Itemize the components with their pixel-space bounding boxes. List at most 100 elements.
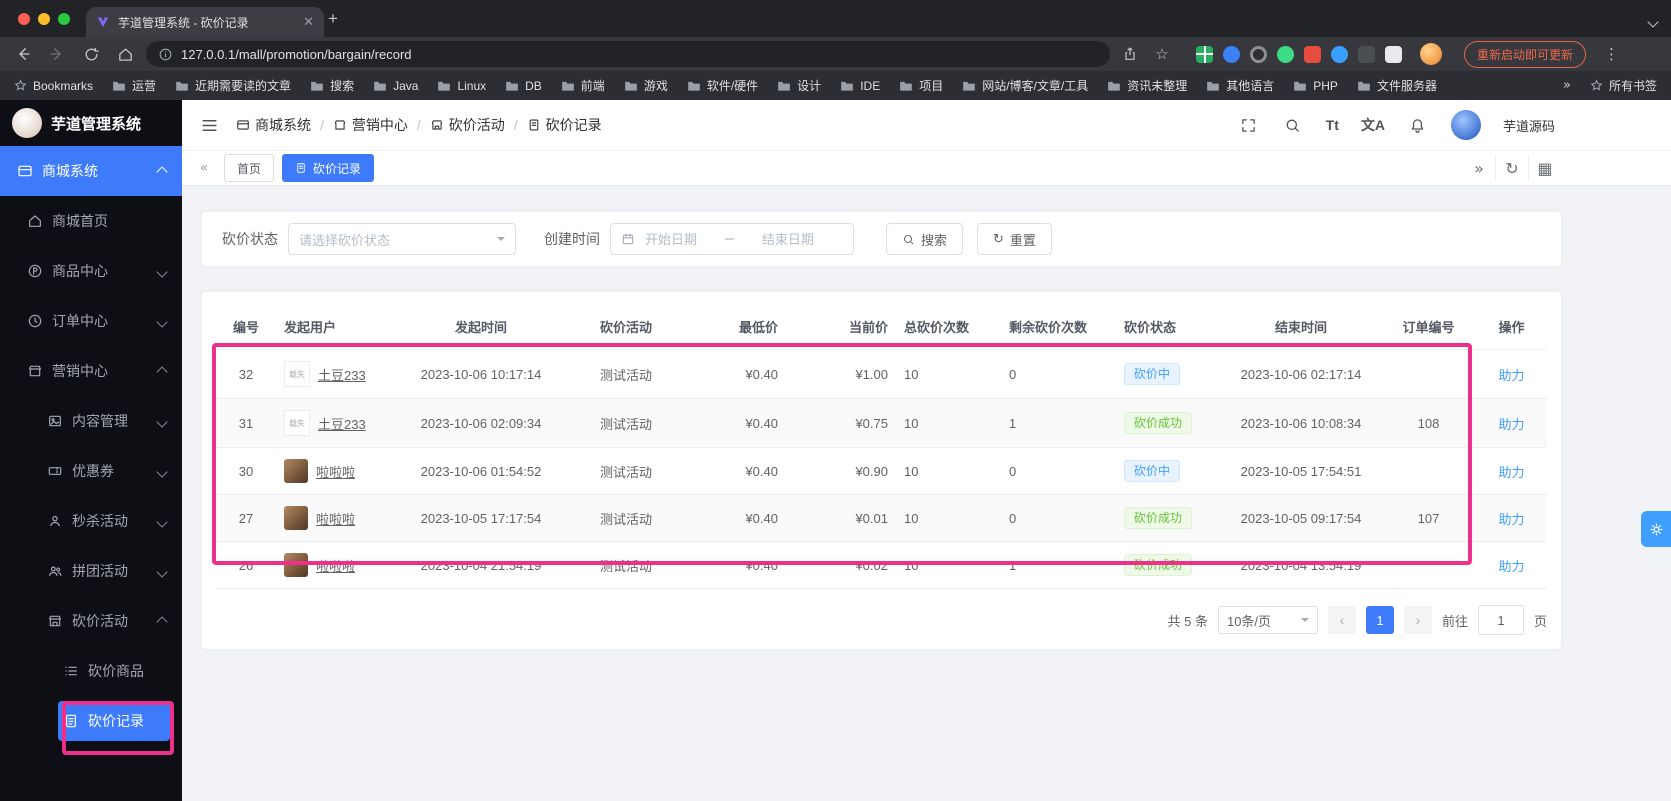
breadcrumb-item[interactable]: 砍价活动	[430, 115, 505, 135]
bookmark-folder[interactable]: 运营	[112, 77, 156, 94]
extensions-puzzle-icon[interactable]	[1358, 45, 1375, 63]
forward-button[interactable]	[44, 41, 70, 67]
start-date-input[interactable]	[643, 230, 717, 248]
sidebar-item-mall-system[interactable]: 商城系统	[0, 146, 182, 196]
close-tab-icon[interactable]: ✕	[303, 14, 314, 30]
extension-red-icon[interactable]	[1304, 45, 1321, 63]
extension-grid-icon[interactable]	[1196, 45, 1213, 63]
assist-link[interactable]: 助力	[1498, 368, 1524, 383]
bookmark-folder[interactable]: IDE	[840, 79, 880, 93]
theme-settings-button[interactable]	[1641, 511, 1671, 547]
tags-scroll-right-icon[interactable]: »	[1463, 155, 1495, 181]
next-page-button[interactable]: ›	[1403, 606, 1432, 634]
collapse-menu-icon[interactable]	[198, 114, 220, 136]
bookmark-folder[interactable]: 软件/硬件	[687, 77, 758, 94]
bookmark-folder[interactable]: 文件服务器	[1357, 77, 1437, 94]
sidebar-item-bargain-activity[interactable]: 砍价活动	[0, 596, 182, 646]
bookmark-folder[interactable]: 资讯未整理	[1107, 77, 1187, 94]
tag-tab-home[interactable]: 首页	[224, 154, 275, 182]
address-bar[interactable]: 127.0.0.1/mall/promotion/bargain/record	[146, 41, 1110, 67]
tags-scroll-left-icon[interactable]: «	[192, 160, 216, 176]
bookmarks-root[interactable]: Bookmarks	[14, 79, 93, 93]
back-button[interactable]	[10, 41, 36, 67]
app-logo[interactable]: 芋道管理系统	[0, 100, 182, 146]
browser-profile-avatar[interactable]	[1420, 43, 1442, 65]
bookmark-star-icon[interactable]: ☆	[1150, 42, 1174, 66]
sidebar-item-content-management[interactable]: 内容管理	[0, 396, 182, 446]
sidebar-item-coupons[interactable]: 优惠券	[0, 446, 182, 496]
extension-panel-icon[interactable]	[1385, 45, 1402, 63]
page-content: 砍价状态 请选择砍价状态 创建时间 – 搜索	[182, 186, 1671, 801]
assist-link[interactable]: 助力	[1498, 512, 1524, 527]
all-bookmarks[interactable]: 所有书签	[1590, 77, 1657, 94]
share-icon[interactable]	[1118, 42, 1142, 66]
fullscreen-icon[interactable]	[1238, 114, 1260, 136]
assist-link[interactable]: 助力	[1498, 559, 1524, 574]
page-goto-input[interactable]	[1477, 605, 1524, 635]
breadcrumb-item[interactable]: 营销中心	[333, 115, 408, 135]
refresh-page-icon[interactable]: ↻	[1495, 155, 1528, 181]
sidebar-item-order-center[interactable]: 订单中心	[0, 296, 182, 346]
user-name[interactable]: 芋道源码	[1503, 116, 1555, 135]
close-window-button[interactable]	[18, 13, 30, 25]
notification-bell-icon[interactable]	[1407, 114, 1429, 136]
bookmark-folder[interactable]: 设计	[777, 77, 821, 94]
sidebar-item-bargain-record[interactable]: 砍价记录	[0, 696, 182, 746]
bookmark-folder[interactable]: 网站/博客/文章/工具	[962, 77, 1088, 94]
extension-green-icon[interactable]	[1277, 45, 1294, 63]
assist-link[interactable]: 助力	[1498, 465, 1524, 480]
maximize-window-button[interactable]	[58, 13, 70, 25]
reload-button[interactable]	[78, 41, 104, 67]
sidebar-item-mall-home[interactable]: 商城首页	[0, 196, 182, 246]
sidebar-item-flash-sale[interactable]: 秒杀活动	[0, 496, 182, 546]
user-avatar[interactable]	[1450, 110, 1481, 140]
bookmark-folder[interactable]: Linux	[437, 79, 486, 93]
search-icon[interactable]	[1282, 114, 1304, 136]
reset-button[interactable]: ↻ 重置	[977, 223, 1052, 255]
cell-end-time: 2023-10-05 17:54:51	[1221, 447, 1381, 495]
sidebar: 芋道管理系统 商城系统 商城首页 商品中心 订单中心 营销中心 内容管理 优惠券…	[0, 100, 182, 801]
bookmark-folder[interactable]: 搜索	[310, 77, 354, 94]
bookmark-folder[interactable]: DB	[505, 79, 542, 93]
assist-link[interactable]: 助力	[1498, 417, 1524, 432]
translate-icon[interactable]: 文A	[1361, 115, 1385, 135]
layout-grid-icon[interactable]: ▦	[1528, 155, 1561, 181]
bookmark-folder[interactable]: 近期需要读的文章	[175, 77, 291, 94]
breadcrumb-item[interactable]: 砍价记录	[527, 115, 602, 135]
sidebar-item-group-buying[interactable]: 拼团活动	[0, 546, 182, 596]
new-tab-button[interactable]: +	[322, 8, 344, 30]
current-page-button[interactable]: 1	[1365, 606, 1394, 634]
tag-tab-bargain-record[interactable]: 砍价记录	[282, 154, 375, 182]
extension-blue-icon[interactable]	[1331, 45, 1348, 63]
bookmark-folder[interactable]: PHP	[1293, 79, 1338, 93]
end-date-input[interactable]	[741, 230, 816, 248]
sidebar-item-bargain-product[interactable]: 砍价商品	[0, 646, 182, 696]
browser-tab[interactable]: 芋道管理系统 - 砍价记录 ✕	[86, 7, 324, 37]
bookmark-folder[interactable]: 其他语言	[1206, 77, 1274, 94]
page-size-select[interactable]: 10条/页	[1217, 606, 1318, 634]
bank-card-icon	[16, 163, 33, 180]
bookmark-folder[interactable]: 项目	[899, 77, 943, 94]
prev-page-button[interactable]: ‹	[1327, 606, 1356, 634]
sidebar-item-marketing-center[interactable]: 营销中心	[0, 346, 182, 396]
extension-pin-icon[interactable]	[1223, 45, 1240, 63]
bookmark-folder[interactable]: 游戏	[624, 77, 668, 94]
search-button[interactable]: 搜索	[886, 223, 964, 255]
shop-icon	[26, 363, 43, 380]
browser-menu-icon[interactable]: ⋮	[1604, 45, 1619, 63]
breadcrumb-item[interactable]: 商城系统	[236, 115, 311, 135]
browser-update-button[interactable]: 重新启动即可更新	[1464, 40, 1587, 68]
status-select[interactable]: 请选择砍价状态	[288, 223, 516, 255]
site-info-icon[interactable]	[158, 47, 173, 62]
user-photo-avatar	[284, 459, 308, 483]
extension-adblock-icon[interactable]	[1250, 45, 1267, 63]
sidebar-item-product-center[interactable]: 商品中心	[0, 246, 182, 296]
bookmark-folder[interactable]: Java	[373, 79, 418, 93]
bookmark-folder[interactable]: 前端	[561, 77, 605, 94]
bookmarks-overflow-icon[interactable]: »	[1563, 78, 1571, 93]
tab-search-chevron-icon[interactable]	[1647, 13, 1659, 31]
date-range-picker[interactable]: –	[610, 223, 854, 255]
font-size-icon[interactable]: Tt	[1326, 117, 1339, 133]
minimize-window-button[interactable]	[38, 13, 50, 25]
home-button[interactable]	[112, 41, 138, 67]
